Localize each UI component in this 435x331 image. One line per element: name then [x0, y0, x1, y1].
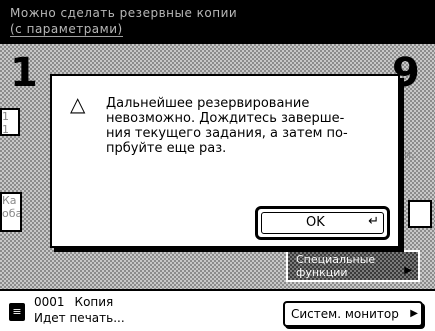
document-icon: ≡ — [9, 303, 25, 321]
special-functions-button: Специальные функции ▶ — [286, 250, 420, 282]
message-line-1: Можно сделать резервные копии — [10, 6, 238, 20]
job-status: Идет печать... — [34, 311, 125, 325]
job-number: 0001 — [34, 295, 65, 309]
special-functions-label-line2: функции — [296, 266, 348, 279]
special-functions-label-line1: Специальные — [296, 253, 376, 266]
copy-count-left: 1 — [10, 50, 38, 96]
background-button-left-mid: Ка оба — [0, 192, 22, 232]
system-monitor-label: Систем. монитор — [291, 307, 399, 321]
special-functions-label: Специальные функции — [296, 253, 375, 279]
enter-icon: ↵ — [368, 214, 379, 229]
background-text-right: и. — [404, 148, 415, 161]
message-bar: Можно сделать резервные копии (с парамет… — [0, 0, 435, 44]
status-bar: ≡ 0001 Копия Идет печать... Систем. монит… — [0, 289, 435, 331]
background-button-right-mid — [408, 200, 432, 228]
background-button-left-top: 1 1 — [0, 108, 20, 136]
warning-triangle-icon: △ — [70, 92, 86, 116]
warning-dialog: △ Дальнейшее резервирование невозможно. … — [50, 74, 400, 248]
copier-screen: Можно сделать резервные копии (с парамет… — [0, 0, 435, 331]
message-line-2: (с параметрами) — [10, 22, 123, 37]
ok-button-label: OK — [306, 215, 325, 230]
ok-button[interactable]: OK ↵ — [255, 206, 390, 240]
triangle-right-icon: ▶ — [404, 265, 412, 276]
system-monitor-button[interactable]: Систем. монитор ▶ — [283, 301, 423, 327]
triangle-right-icon: ▶ — [410, 308, 418, 319]
message-line-2-text: (с параметрами) — [10, 22, 123, 37]
dialog-message: Дальнейшее резервирование невозможно. До… — [106, 96, 348, 156]
job-type: Копия — [74, 295, 114, 309]
job-info: 0001 Копия — [34, 295, 113, 309]
